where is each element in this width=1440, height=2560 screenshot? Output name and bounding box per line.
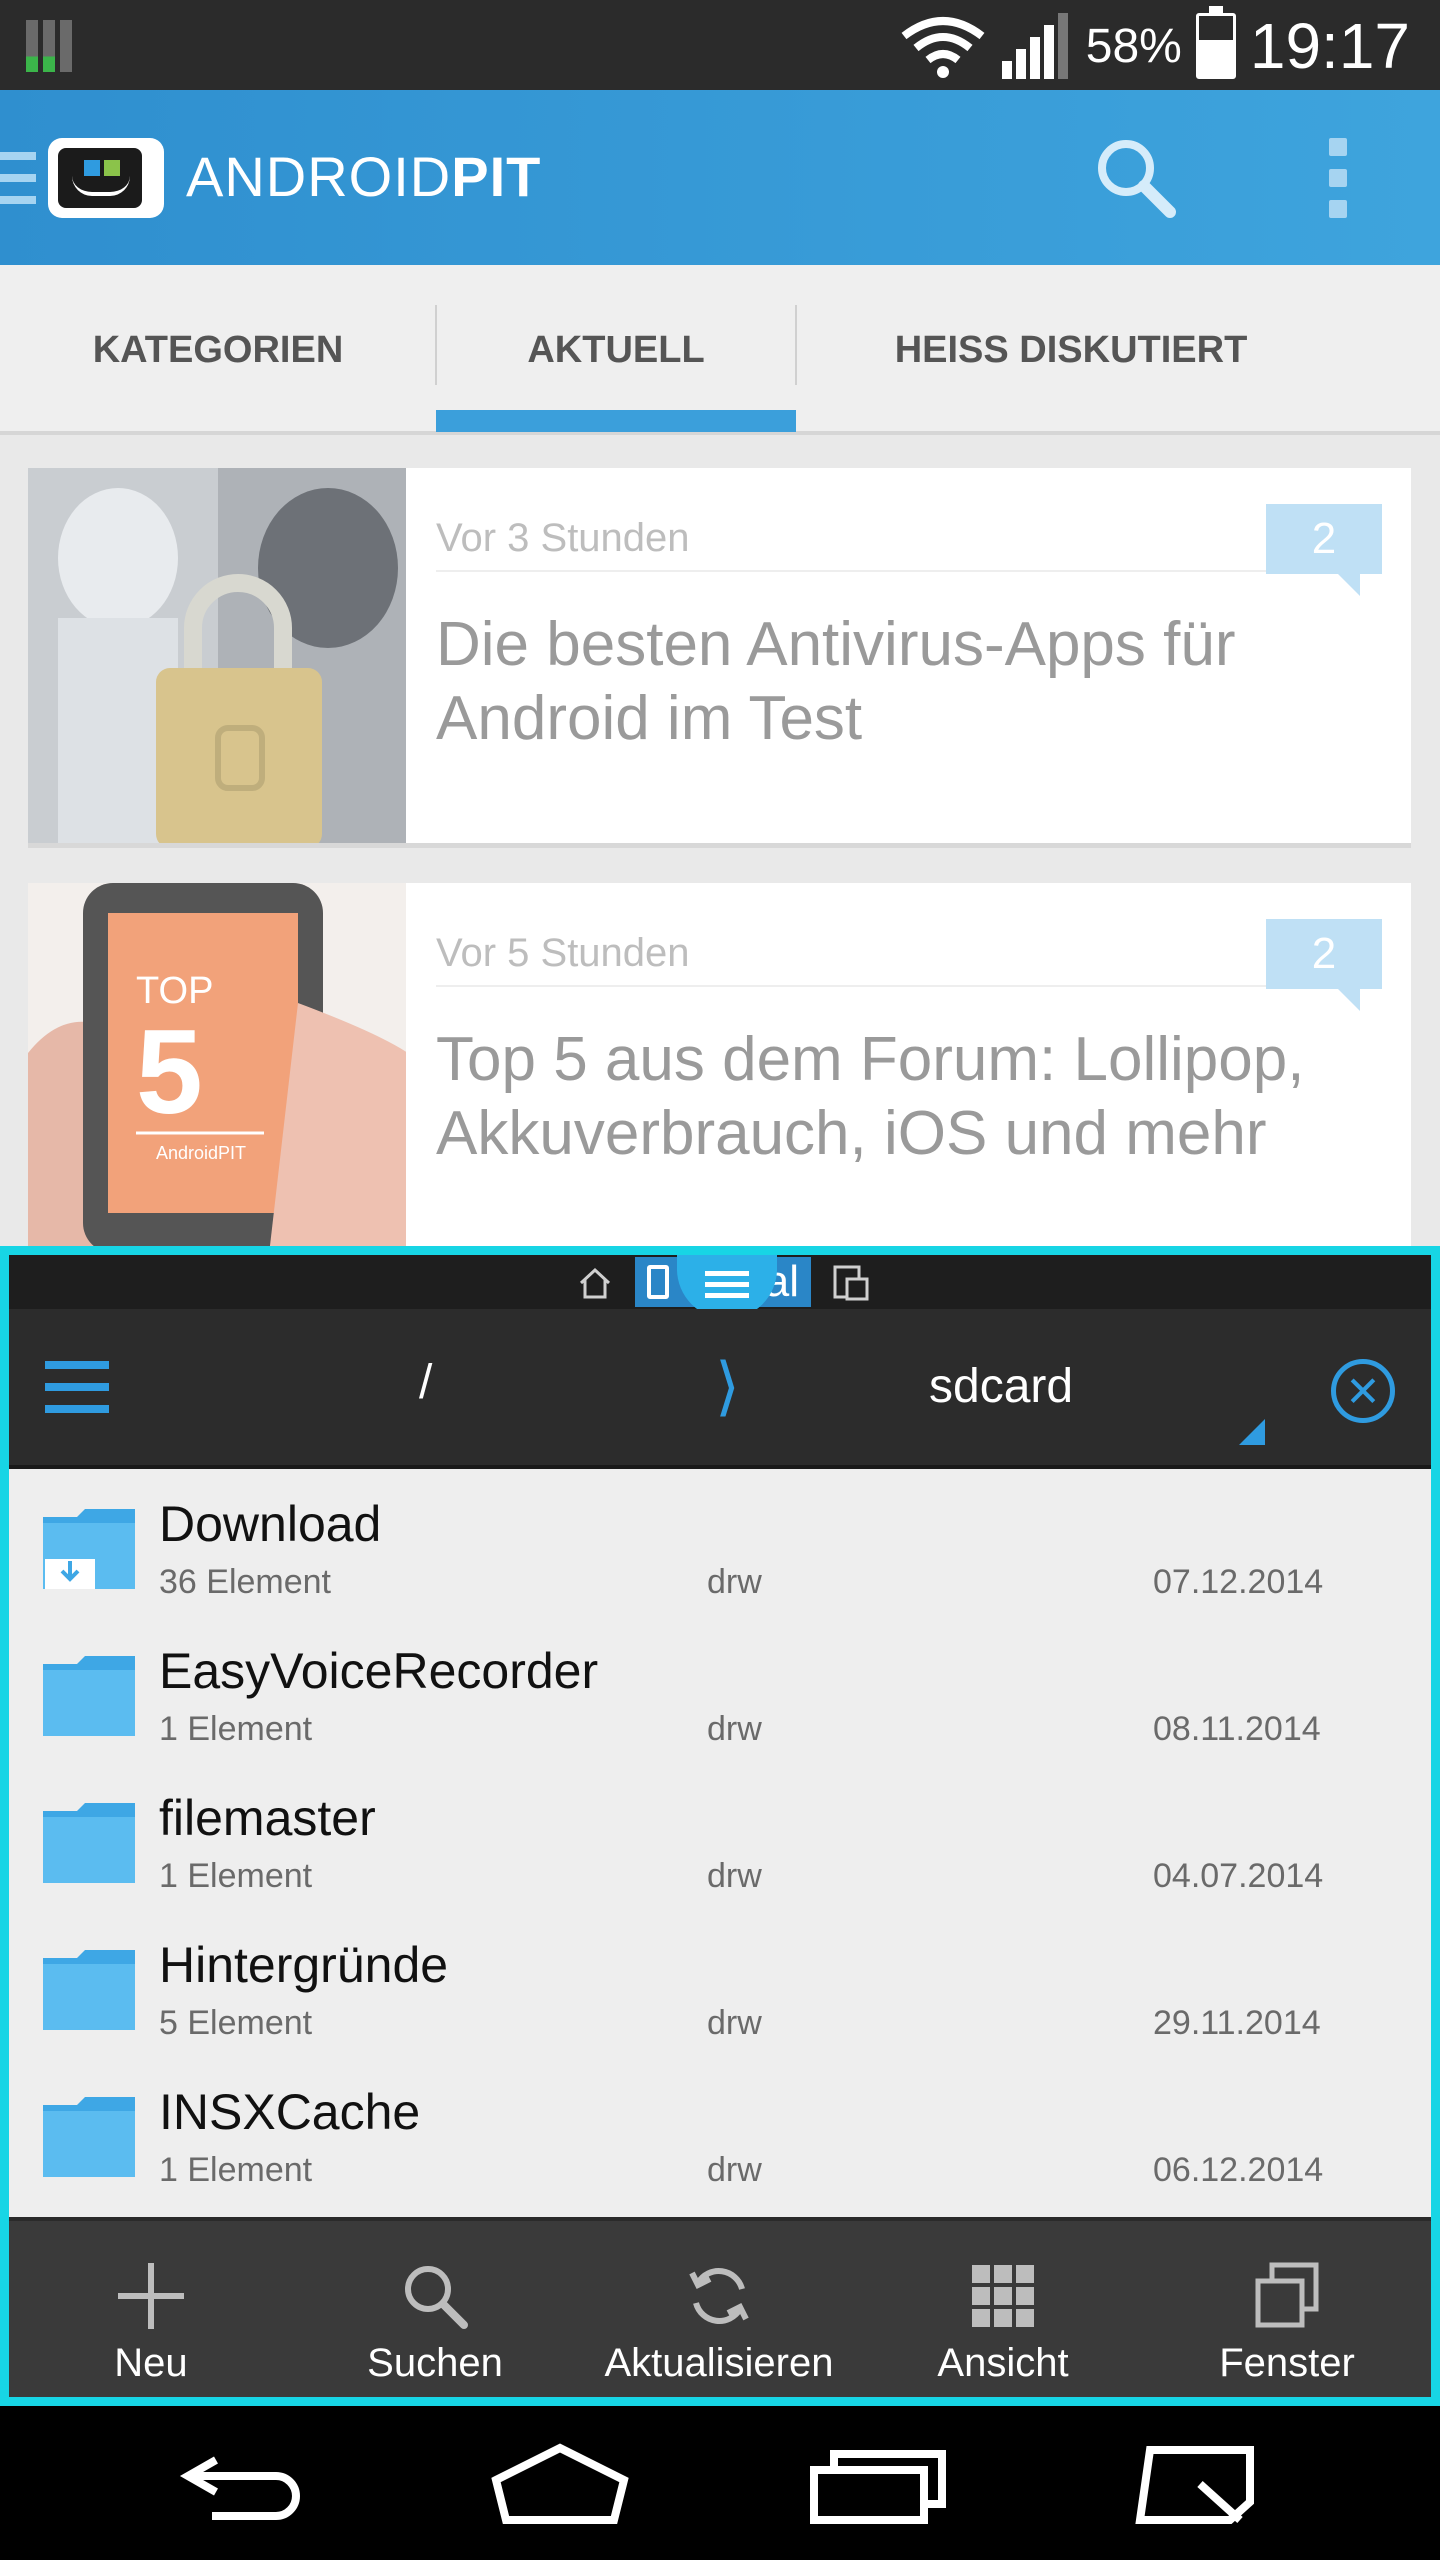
view-button[interactable]: Ansicht: [861, 2221, 1145, 2397]
refresh-button[interactable]: Aktualisieren: [577, 2221, 861, 2397]
recent-apps-icon[interactable]: [808, 2440, 948, 2530]
windows-button[interactable]: Fenster: [1145, 2221, 1429, 2397]
battery-percent: 58%: [1085, 19, 1182, 73]
windows-icon: [1255, 2262, 1319, 2328]
home-icon[interactable]: [577, 1265, 613, 1301]
grid-icon: [972, 2265, 1034, 2327]
file-permissions: drw: [707, 1563, 762, 1601]
file-date: 06.12.2014: [1153, 2151, 1324, 2189]
plus-icon: [118, 2263, 184, 2329]
app-title: ANDROIDPIT: [186, 145, 542, 208]
file-count: 1 Element: [159, 1857, 313, 1895]
divider: [436, 985, 1266, 987]
search-button[interactable]: Suchen: [293, 2221, 577, 2397]
article-title: Top 5 aus dem Forum: Lollipop, Akkuverbr…: [436, 1025, 1305, 1168]
tab-selected-indicator: [436, 410, 796, 432]
path-dropdown-icon[interactable]: [1239, 1419, 1265, 1445]
menu-icon[interactable]: [45, 1361, 109, 1413]
folder-icon: [43, 1656, 135, 1736]
file-row[interactable]: Hintergründe 5 Element drw 29.11.2014: [9, 1914, 1431, 2061]
action-bar: Neu Suchen Aktualisieren Ansicht Fenster: [9, 2217, 1431, 2397]
file-date: 08.11.2014: [1153, 1710, 1321, 1748]
search-label: Suchen: [367, 2341, 503, 2385]
overflow-menu-icon[interactable]: [1320, 138, 1356, 218]
file-name: Download: [159, 1496, 382, 1552]
comment-count-badge[interactable]: 2: [1266, 919, 1382, 1011]
cell-signal-icon: [1001, 13, 1068, 79]
folder-icon: [43, 1803, 135, 1883]
folder-icon: [43, 2097, 135, 2177]
article-title: Die besten Antivirus-Apps für Android im…: [436, 610, 1236, 753]
tab-bar: KATEGORIEN AKTUELL HEISS DISKUTIERT: [0, 265, 1440, 435]
file-name: filemaster: [159, 1790, 376, 1846]
file-name: INSXCache: [159, 2084, 421, 2140]
article-time: Vor 3 Stunden: [436, 516, 690, 560]
file-name: EasyVoiceRecorder: [159, 1643, 599, 1699]
clock: 19:17: [1249, 10, 1410, 82]
article-thumbnail-phone: TOP 5 AndroidPIT: [28, 883, 406, 1258]
search-icon: [405, 2266, 468, 2329]
back-icon[interactable]: [176, 2440, 316, 2530]
chevron-right-icon: ⟩: [715, 1350, 740, 1422]
drawer-toggle[interactable]: [0, 152, 36, 204]
new-label: Neu: [114, 2341, 188, 2385]
file-row[interactable]: INSXCache 1 Element drw 06.12.2014: [9, 2061, 1431, 2193]
notification-signal-icon: [26, 20, 84, 72]
tab-kategorien[interactable]: KATEGORIEN: [0, 265, 436, 435]
file-permissions: drw: [707, 1710, 762, 1748]
file-permissions: drw: [707, 2151, 762, 2189]
new-button[interactable]: Neu: [9, 2221, 293, 2397]
comment-count-badge[interactable]: 2: [1266, 504, 1382, 596]
article-time: Vor 5 Stunden: [436, 931, 690, 975]
view-label: Ansicht: [937, 2341, 1069, 2385]
search-icon[interactable]: [1090, 132, 1180, 222]
file-date: 04.07.2014: [1153, 1857, 1324, 1895]
refresh-icon: [689, 2268, 749, 2324]
download-folder-icon: [43, 1509, 135, 1589]
tab-heiss-diskutiert[interactable]: HEISS DISKUTIERT: [796, 265, 1346, 435]
file-name: Hintergründe: [159, 1937, 449, 1993]
file-count: 1 Element: [159, 1710, 313, 1748]
article-thumbnail-padlock: [28, 468, 406, 843]
file-count: 1 Element: [159, 2151, 313, 2189]
system-navigation-bar: [0, 2406, 1440, 2560]
app-bar: ANDROIDPIT: [0, 90, 1440, 265]
file-manager-window: al / ⟩ sdcard ✕ Download 36 Element drw …: [0, 1246, 1440, 2406]
article-card[interactable]: Vor 3 Stunden 2 Die besten Antivirus-App…: [28, 468, 1411, 848]
file-permissions: drw: [707, 2004, 762, 2042]
path-root[interactable]: /: [419, 1355, 432, 1410]
androidpit-logo[interactable]: [48, 138, 164, 218]
file-count: 5 Element: [159, 2004, 313, 2042]
status-bar: 58% 19:17: [0, 0, 1440, 90]
phone-icon: [647, 1265, 669, 1299]
file-date: 07.12.2014: [1153, 1563, 1324, 1601]
file-row[interactable]: EasyVoiceRecorder 1 Element drw 08.11.20…: [9, 1620, 1431, 1767]
svg-text:5: 5: [136, 1005, 203, 1139]
divider: [436, 570, 1266, 572]
windows-label: Fenster: [1219, 2341, 1355, 2385]
file-permissions: drw: [707, 1857, 762, 1895]
svg-text:AndroidPIT: AndroidPIT: [156, 1143, 246, 1163]
folder-icon: [43, 1950, 135, 2030]
file-date: 29.11.2014: [1153, 2004, 1321, 2042]
close-icon[interactable]: ✕: [1331, 1359, 1395, 1423]
file-count: 36 Element: [159, 1563, 331, 1601]
home-icon[interactable]: [490, 2440, 630, 2530]
battery-icon: [1195, 6, 1236, 79]
qslide-icon[interactable]: [1130, 2440, 1270, 2530]
path-current[interactable]: sdcard: [929, 1359, 1073, 1414]
file-row[interactable]: Download 36 Element drw 07.12.2014: [9, 1473, 1431, 1620]
article-card[interactable]: TOP 5 AndroidPIT Vor 5 Stunden 2 Top 5 a…: [28, 883, 1411, 1263]
wifi-icon: [901, 17, 985, 78]
file-list: Download 36 Element drw 07.12.2014 EasyV…: [9, 1473, 1431, 2193]
devices-icon[interactable]: [831, 1265, 871, 1301]
file-row[interactable]: filemaster 1 Element drw 04.07.2014: [9, 1767, 1431, 1914]
refresh-label: Aktualisieren: [604, 2341, 834, 2385]
storage-selector-bar: al: [9, 1255, 1431, 1319]
path-toolbar: / ⟩ sdcard ✕: [9, 1309, 1431, 1469]
